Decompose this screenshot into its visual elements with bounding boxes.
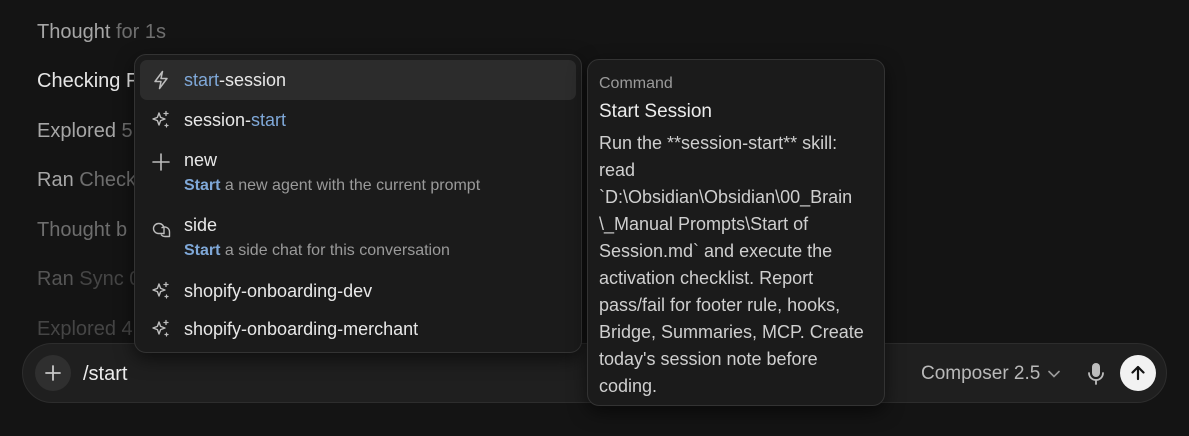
model-dropdown[interactable]: Composer 2.5: [921, 361, 1061, 387]
description-rest: a new agent with the current prompt: [220, 177, 481, 194]
command-detail-tooltip: Command Start Session Run the **session-…: [587, 59, 885, 406]
match-highlight: start: [184, 70, 220, 90]
tooltip-body-line: `D:\Obsidian\Obsidian\00_Brain: [599, 187, 853, 207]
transcript-label: Explored: [37, 318, 116, 340]
command-item-shopify-onboarding-merchant[interactable]: shopify-onboarding-merchant: [140, 309, 576, 349]
match-highlight: Start: [184, 177, 221, 194]
command-description: Start a side chat for this conversation: [184, 241, 450, 261]
chevron-down-icon: [1048, 370, 1061, 378]
match-highlight: Start: [184, 242, 221, 259]
lightning-icon: [150, 69, 172, 91]
plus-icon: [45, 365, 61, 381]
command-item-session-start[interactable]: session-start: [140, 100, 576, 140]
command-item-side[interactable]: side Start a side chat for this conversa…: [140, 205, 576, 269]
transcript-label: Ran: [37, 169, 74, 191]
transcript-label: Thought: [37, 21, 111, 43]
tooltip-kind: Command: [599, 75, 673, 92]
command-item-new[interactable]: new Start a new agent with the current p…: [140, 140, 576, 204]
tooltip-body-line: coding.: [599, 376, 658, 396]
sparkle-icon: [150, 109, 172, 131]
command-item-start-session[interactable]: start-session: [140, 60, 576, 100]
command-description: Start a new agent with the current promp…: [184, 176, 480, 196]
add-context-button[interactable]: [35, 355, 71, 391]
transcript-line: Thought b: [37, 218, 127, 242]
transcript-detail: 5: [121, 120, 133, 142]
sparkle-icon: [150, 318, 172, 340]
tooltip-body: Run the **session-start** skill: read `D…: [599, 130, 879, 400]
model-label: Composer 2.5: [921, 363, 1041, 384]
command-title: shopify-onboarding-merchant: [184, 319, 419, 339]
tooltip-body-line: read: [599, 160, 636, 180]
transcript-detail: for 1s: [115, 21, 166, 43]
transcript-label: Ran: [37, 268, 74, 290]
send-button[interactable]: [1120, 355, 1156, 391]
transcript-line: Ran Sync 0: [37, 267, 140, 291]
agent-chat-window: Thought for 1s Checking F Explored 5 Ran…: [0, 0, 1189, 436]
transcript-line: Thought for 1s: [37, 20, 166, 44]
side-chat-icon: [150, 218, 172, 240]
match-highlight: start: [251, 110, 287, 130]
tooltip-body-line: pass/fail for footer rule, hooks,: [599, 295, 841, 315]
command-title: start-session: [184, 69, 286, 91]
tooltip-body-line: today's session note before: [599, 349, 818, 369]
title-prefix: session-: [184, 110, 252, 130]
transcript-line: Checking F: [37, 69, 138, 93]
command-title: shopify-onboarding-dev: [184, 281, 373, 301]
tooltip-title: Start Session: [599, 101, 712, 122]
tooltip-body-line: activation checklist. Report: [599, 268, 814, 288]
microphone-button[interactable]: [1085, 360, 1107, 388]
sparkle-icon: [150, 280, 172, 302]
command-suggestions-menu: start-session session-start new Start a …: [134, 54, 582, 353]
plus-icon: [150, 151, 172, 173]
tooltip-body-line: Run the **session-start** skill:: [599, 133, 838, 153]
transcript-label: Thought b: [37, 219, 128, 241]
title-rest: -session: [219, 70, 287, 90]
transcript-line: Ran Check: [37, 168, 136, 192]
transcript-line: Explored 5: [37, 119, 133, 143]
tooltip-body-line: Bridge, Summaries, MCP. Create: [599, 322, 864, 342]
command-title: session-start: [184, 109, 286, 131]
tooltip-body-line: Session.md` and execute the: [599, 241, 833, 261]
transcript-detail: Sync 0: [79, 268, 141, 290]
command-title: new: [184, 150, 218, 170]
microphone-icon: [1088, 363, 1104, 385]
transcript-label: Explored: [37, 120, 116, 142]
command-title: side: [184, 215, 218, 235]
transcript-detail: 4: [121, 318, 133, 340]
transcript-line: Explored 4: [37, 317, 133, 341]
command-item-shopify-onboarding-dev[interactable]: shopify-onboarding-dev: [140, 271, 576, 311]
arrow-up-icon: [1131, 365, 1145, 381]
transcript-detail: Check: [79, 169, 136, 191]
tooltip-body-line: \_Manual Prompts\Start of: [599, 214, 809, 234]
transcript-label: Checking F: [37, 70, 139, 92]
description-rest: a side chat for this conversation: [220, 242, 450, 259]
prompt-input[interactable]: [83, 361, 583, 387]
